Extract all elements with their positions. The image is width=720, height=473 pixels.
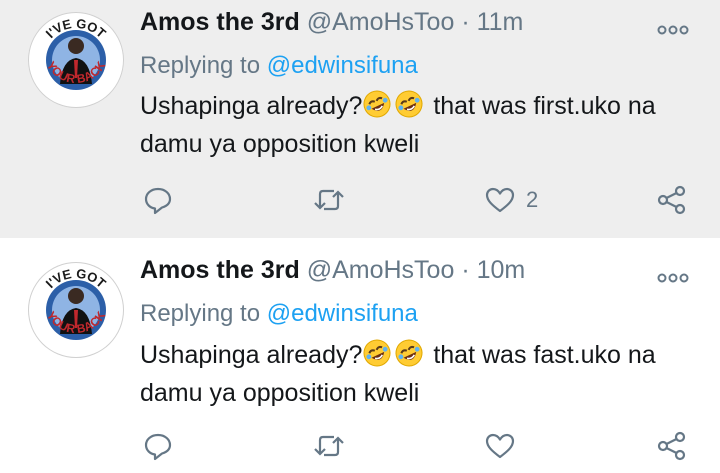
tweet-header: Amos the 3rd @AmoHsToo · 10m	[140, 256, 690, 290]
avatar-logo: I'VE GOT YOUR BACK	[30, 264, 122, 356]
reply-icon	[142, 430, 174, 462]
share-button[interactable]	[656, 426, 688, 466]
reply-button[interactable]	[142, 426, 174, 466]
rolling-on-floor-laughing-emoji-icon	[394, 338, 424, 368]
reply-icon	[142, 184, 174, 216]
tweet-actions	[140, 426, 700, 466]
tweet-text: Ushapinga already? that was first.uko na…	[140, 87, 700, 163]
like-count: 2	[526, 187, 539, 212]
retweet-button[interactable]	[312, 180, 346, 220]
more-icon[interactable]	[656, 264, 690, 283]
timestamp[interactable]: 11m	[477, 8, 524, 36]
tweet[interactable]: I'VE GOT YOUR BACK Amos the 3rd @AmoHsTo…	[0, 0, 720, 238]
replying-label: Replying to	[140, 52, 261, 79]
share-icon	[656, 430, 688, 462]
author-handle[interactable]: @AmoHsToo	[307, 256, 455, 284]
like-button[interactable]	[484, 426, 526, 466]
avatar-logo: I'VE GOT YOUR BACK	[30, 14, 122, 106]
tweet-text-part: Ushapinga already?	[140, 341, 363, 369]
author-name[interactable]: Amos the 3rd	[140, 256, 300, 284]
like-icon	[484, 184, 516, 216]
author-handle[interactable]: @AmoHsToo	[307, 8, 455, 36]
tweet[interactable]: I'VE GOT YOUR BACK Amos the 3rd @AmoHsTo…	[0, 238, 720, 473]
retweet-button[interactable]	[312, 426, 346, 466]
tweet-text-part: Ushapinga already?	[140, 92, 363, 120]
separator: ·	[461, 256, 470, 284]
replying-label: Replying to	[140, 300, 261, 327]
rolling-on-floor-laughing-emoji-icon	[362, 89, 392, 119]
rolling-on-floor-laughing-emoji-icon	[394, 89, 424, 119]
timestamp[interactable]: 10m	[477, 256, 526, 284]
retweet-icon	[312, 430, 346, 462]
avatar[interactable]: I'VE GOT YOUR BACK	[28, 262, 124, 358]
avatar[interactable]: I'VE GOT YOUR BACK	[28, 12, 124, 108]
author-name[interactable]: Amos the 3rd	[140, 8, 300, 36]
like-icon	[484, 430, 516, 462]
like-button[interactable]: 2	[484, 180, 538, 220]
tweet-header: Amos the 3rd @AmoHsToo · 11m	[140, 8, 690, 42]
replying-to: Replying to @edwinsifuna	[140, 52, 418, 80]
mention-link[interactable]: @edwinsifuna	[267, 52, 418, 79]
more-icon[interactable]	[656, 16, 690, 35]
share-icon	[656, 184, 688, 216]
reply-button[interactable]	[142, 180, 174, 220]
separator: ·	[461, 8, 470, 36]
retweet-icon	[312, 184, 346, 216]
tweet-actions: 2	[140, 180, 700, 220]
rolling-on-floor-laughing-emoji-icon	[362, 338, 392, 368]
tweet-text: Ushapinga already? that was fast.uko na …	[140, 336, 700, 412]
share-button[interactable]	[656, 180, 688, 220]
mention-link[interactable]: @edwinsifuna	[267, 300, 418, 327]
replying-to: Replying to @edwinsifuna	[140, 300, 418, 328]
